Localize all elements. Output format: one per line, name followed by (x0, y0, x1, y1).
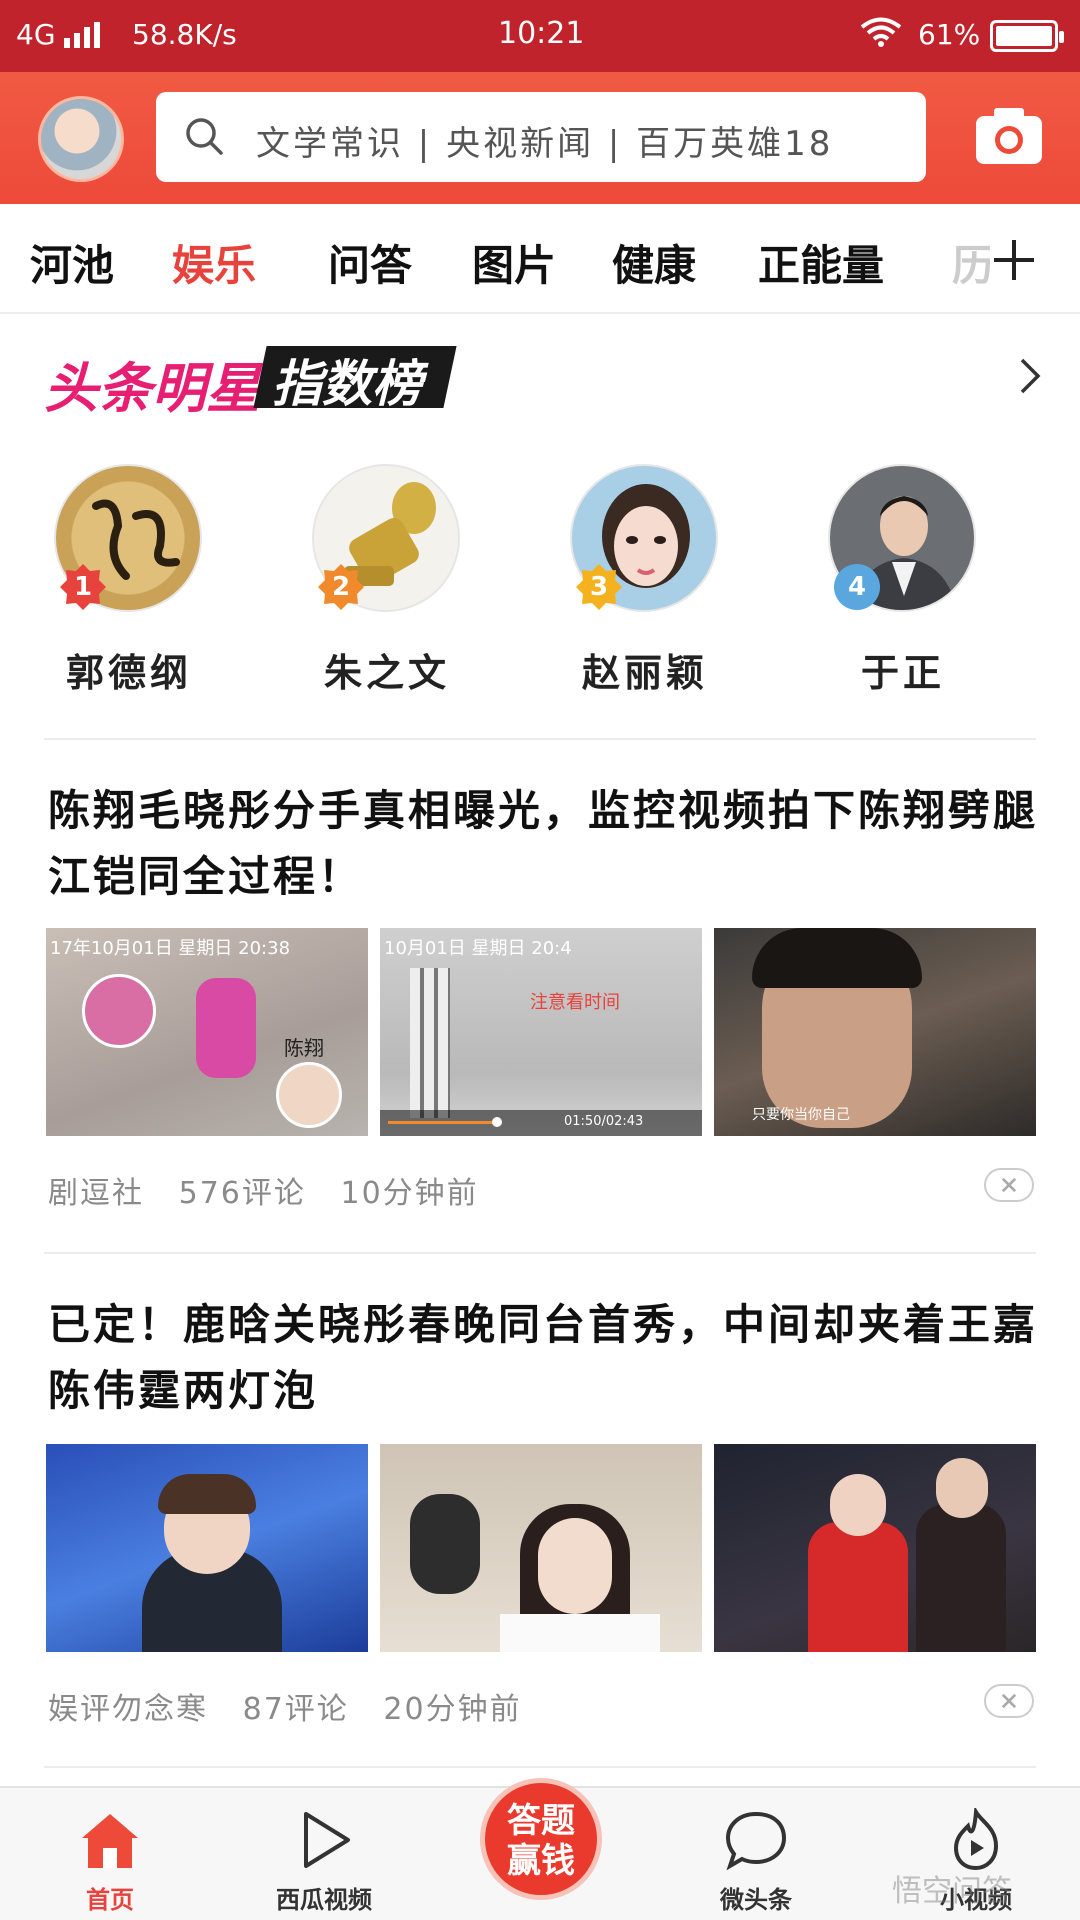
article-meta: 娱评勿念寒 87评论 20分钟前 (48, 1684, 522, 1728)
hair-figure (752, 928, 922, 988)
wifi-icon (860, 17, 902, 47)
add-channel-icon[interactable] (990, 236, 1038, 284)
face-figure (538, 1518, 612, 1614)
pillar (410, 968, 450, 1118)
rank-badge: 1 (60, 564, 106, 610)
chevron-right-icon[interactable] (1016, 356, 1044, 396)
article-time: 10分钟前 (340, 1176, 479, 1211)
divider (44, 1766, 1036, 1768)
nav-home[interactable]: 首页 (30, 1788, 190, 1920)
play-icon (304, 1812, 350, 1868)
article-thumbnail[interactable]: 17年10月01日 星期日 20:38 陈翔 (46, 928, 368, 1136)
search-icon (186, 118, 223, 155)
star-name: 郭德纲 (65, 650, 192, 695)
article-thumbnail[interactable]: 10月01日 星期日 20:4 注意看时间 01:50/02:43 (380, 928, 702, 1136)
star-name: 赵丽颖 (581, 650, 708, 695)
rank-badge: 4 (834, 564, 880, 610)
shirt-figure (500, 1614, 660, 1652)
battery-icon (990, 20, 1064, 52)
clock: 10:21 (498, 16, 585, 51)
article-title[interactable]: 陈翔毛晓彤分手真相曝光，监控视频拍下陈翔劈腿江铠同全过程！ (48, 778, 1038, 910)
status-bar: 4G 58.8K/s 10:21 61% (0, 0, 1080, 72)
network-speed: 58.8K/s (132, 18, 237, 51)
star-index-banner[interactable]: 头条明星 指数榜 (44, 340, 464, 420)
divider (44, 1252, 1036, 1254)
inset-face (276, 1062, 342, 1128)
rank-badge: 2 (318, 564, 364, 610)
article-comments: 576评论 (178, 1176, 306, 1211)
face-figure (936, 1458, 988, 1518)
nav-label: 微头条 (720, 1885, 792, 1914)
tab-health[interactable]: 健康 (612, 232, 696, 293)
article-source[interactable]: 娱评勿念寒 (48, 1692, 208, 1727)
inset-photo (82, 974, 156, 1048)
banner-title-part1: 头条明星 (44, 357, 260, 420)
video-timestamp: 17年10月01日 星期日 20:38 (50, 938, 291, 959)
quiz-earn-button[interactable]: 答题赢钱 (480, 1778, 602, 1900)
watermark-text: 悟空问答 (892, 1874, 1012, 1909)
signal-icon (64, 22, 100, 48)
banner-title-part2: 指数榜 (272, 355, 422, 413)
star-item[interactable]: 2 朱之文 (312, 464, 462, 697)
tab-qa[interactable]: 问答 (328, 232, 412, 293)
flame-play-icon (953, 1808, 999, 1871)
red-jacket-figure (808, 1522, 908, 1652)
network-indicator: 4G (16, 18, 56, 51)
search-placeholder: 文学常识 | 央视新闻 | 百万英雄18 (256, 124, 834, 164)
hair-figure (158, 1474, 256, 1514)
top-header: 文学常识 | 央视新闻 | 百万英雄18 (0, 72, 1080, 204)
dislike-close-icon[interactable] (984, 1684, 1034, 1718)
person-figure (196, 978, 256, 1078)
caption-note: 注意看时间 (530, 992, 620, 1013)
tab-pictures[interactable]: 图片 (472, 232, 556, 293)
article-thumbnail[interactable]: 只要你当你自己 (714, 928, 1036, 1136)
video-timestamp: 10月01日 星期日 20:4 (384, 938, 572, 959)
article-time: 20分钟前 (383, 1692, 522, 1727)
video-controls[interactable]: 01:50/02:43 (380, 1110, 702, 1136)
home-icon (82, 1814, 138, 1868)
star-item[interactable]: 1 郭德纲 (54, 464, 204, 697)
dislike-close-icon[interactable] (984, 1168, 1034, 1202)
divider (44, 738, 1036, 740)
article-source[interactable]: 剧逗社 (48, 1176, 144, 1211)
battery-percent: 61% (918, 18, 981, 51)
star-name: 于正 (860, 650, 945, 695)
search-bar[interactable]: 文学常识 | 央视新闻 | 百万英雄18 (156, 92, 926, 182)
article-thumbnail[interactable] (714, 1444, 1036, 1652)
article-thumbnail[interactable] (380, 1444, 702, 1652)
nav-label: 西瓜视频 (276, 1885, 372, 1914)
nav-label: 首页 (86, 1885, 134, 1914)
video-time: 01:50/02:43 (564, 1114, 644, 1129)
nav-weitoutiao[interactable]: 微头条 (676, 1788, 836, 1920)
camera-icon[interactable] (974, 104, 1044, 166)
channel-tabs: 河池 娱乐 问答 图片 健康 正能量 历 (0, 204, 1080, 314)
app-root: 4G 58.8K/s 10:21 61% 文学常识 | 央视新闻 | 百万英雄1… (0, 0, 1080, 1920)
star-item[interactable]: 4 于正 (828, 464, 978, 697)
article-comments: 87评论 (242, 1692, 349, 1727)
caption-name: 陈翔 (284, 1036, 324, 1060)
video-caption: 只要你当你自己 (752, 1107, 850, 1123)
tab-positive-energy[interactable]: 正能量 (758, 232, 884, 293)
star-name: 朱之文 (323, 650, 450, 695)
star-item[interactable]: 3 赵丽颖 (570, 464, 720, 697)
article-meta: 剧逗社 576评论 10分钟前 (48, 1168, 479, 1212)
chat-bubble-icon (725, 1811, 787, 1871)
article-title[interactable]: 已定！鹿晗关晓彤春晚同台首秀，中间却夹着王嘉陈伟霆两灯泡 (48, 1292, 1038, 1424)
quiz-label: 答题赢钱 (507, 1801, 575, 1881)
face-figure (830, 1474, 886, 1536)
user-avatar[interactable] (38, 96, 124, 182)
tab-entertainment[interactable]: 娱乐 (172, 232, 256, 293)
rank-badge: 3 (576, 564, 622, 610)
tab-hechi[interactable]: 河池 (30, 232, 114, 293)
nav-xigua-video[interactable]: 西瓜视频 (244, 1788, 404, 1920)
dark-coat-figure (916, 1504, 1006, 1652)
tab-history[interactable]: 历 (952, 232, 994, 293)
microphone-figure (410, 1494, 480, 1594)
article-thumbnail[interactable] (46, 1444, 368, 1652)
